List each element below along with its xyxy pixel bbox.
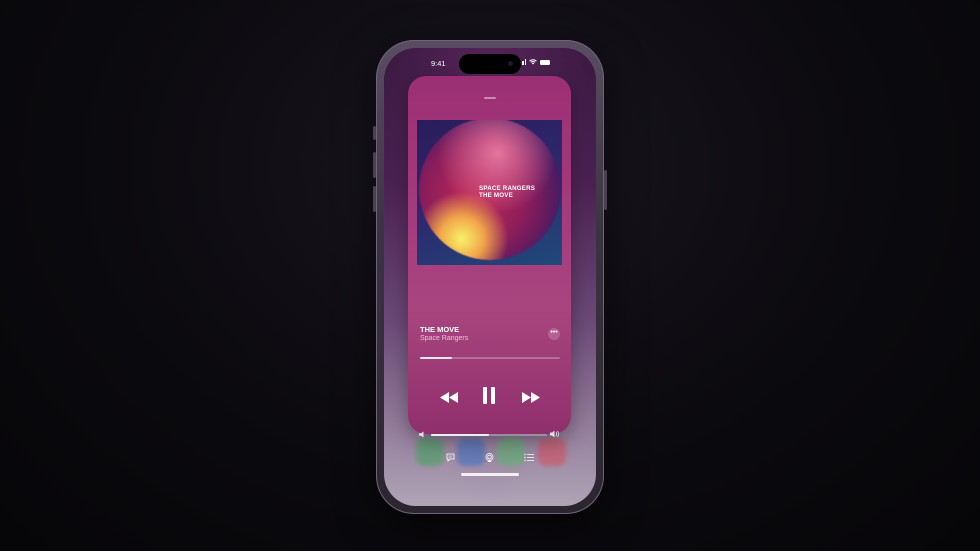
song-artist[interactable]: Space Rangers bbox=[420, 335, 468, 342]
queue-button[interactable] bbox=[524, 449, 534, 467]
playback-progress-fill bbox=[420, 357, 453, 359]
dock-app-safari bbox=[456, 438, 485, 466]
status-icons bbox=[517, 59, 550, 65]
album-art-line-title: THE MOVE bbox=[479, 192, 513, 199]
volume-slider[interactable] bbox=[431, 434, 547, 436]
airplay-icon bbox=[485, 453, 494, 462]
wifi-icon bbox=[529, 59, 537, 65]
rewind-button[interactable] bbox=[440, 390, 458, 408]
fast-forward-icon bbox=[522, 392, 540, 403]
album-art-line-artist: SPACE RANGERS bbox=[479, 185, 536, 192]
battery-icon bbox=[540, 59, 550, 65]
pause-icon bbox=[483, 387, 495, 404]
phone-screen: 9:41 SPACE RANGERS THE MOVE THE MOVE Spa… bbox=[384, 48, 596, 506]
dock-app-messages bbox=[497, 438, 526, 466]
song-title: THE MOVE bbox=[420, 325, 460, 334]
fast-forward-button[interactable] bbox=[522, 390, 540, 408]
dynamic-island bbox=[459, 54, 521, 74]
lyrics-button[interactable] bbox=[446, 449, 455, 467]
pause-button[interactable] bbox=[482, 387, 496, 409]
dock-app-phone bbox=[416, 438, 444, 466]
more-options-button[interactable]: ••• bbox=[548, 328, 560, 340]
rewind-icon bbox=[440, 392, 458, 403]
side-button-volume-down bbox=[373, 186, 376, 212]
sheet-grabber[interactable] bbox=[484, 97, 496, 99]
dock-app-music bbox=[537, 438, 566, 466]
side-button-action bbox=[373, 126, 376, 140]
now-playing-sheet: SPACE RANGERS THE MOVE THE MOVE Space Ra… bbox=[408, 76, 571, 462]
volume-slider-fill bbox=[431, 434, 489, 436]
album-art-title: SPACE RANGERS THE MOVE bbox=[479, 185, 535, 199]
volume-high-icon bbox=[550, 430, 559, 438]
volume-low-icon bbox=[419, 431, 424, 438]
lyrics-icon bbox=[446, 453, 455, 462]
phone-device: 9:41 SPACE RANGERS THE MOVE THE MOVE Spa… bbox=[373, 40, 607, 514]
airplay-button[interactable] bbox=[485, 449, 494, 467]
album-artwork: SPACE RANGERS THE MOVE bbox=[417, 120, 562, 265]
status-time: 9:41 bbox=[431, 59, 446, 68]
side-button-volume-up bbox=[373, 152, 376, 178]
side-button-power bbox=[604, 170, 607, 210]
ellipsis-icon: ••• bbox=[550, 329, 558, 336]
playback-progress-bar[interactable] bbox=[420, 357, 560, 359]
camera-dot bbox=[508, 61, 513, 66]
home-indicator[interactable] bbox=[461, 473, 519, 476]
queue-list-icon bbox=[524, 453, 534, 462]
